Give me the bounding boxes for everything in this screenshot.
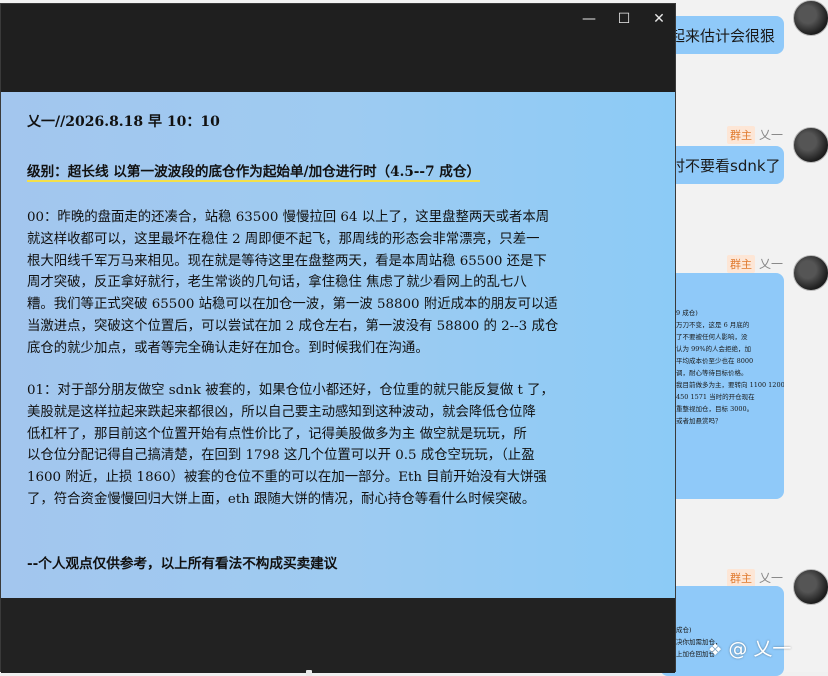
chat-bubble: 起来估计会很狠: [660, 16, 784, 54]
text-line: 调，耐心等待目标价格。: [676, 369, 748, 377]
disclaimer: --个人观点仅供参考，以上所有看法不构成买卖建议: [27, 556, 338, 572]
group-owner-badge: 群主: [727, 569, 755, 587]
text-line: 了不要被任何人影响，没: [676, 333, 748, 341]
chat-image-text: 9 成仓) 万刀不变，这是 6 月底的 了不要被任何人影响，没 认为 99%的人会拒绝…: [676, 307, 784, 427]
text-line: 周才突破，反正拿好就行，老生常谈的几句话，拿住稳住 焦虑了就少看网上的乱七八: [27, 275, 527, 291]
maximize-button[interactable]: ☐: [609, 9, 639, 29]
minimize-icon: —: [582, 11, 596, 27]
close-button[interactable]: ✕: [644, 9, 674, 29]
text-line: 以仓位分配记得自己搞清楚，在回到 1798 这几个位置可以开 0.5 成仓空玩玩…: [27, 448, 535, 464]
cursor-marker: [306, 670, 312, 676]
text-line: 美股就是这样拉起来跌起来都很凶，所以自己要主动感知到这种波动，就会降低仓位降: [27, 404, 536, 420]
text-line: 或者加悬赏吗？: [676, 417, 722, 425]
avatar[interactable]: [793, 127, 828, 163]
sender-name: 乂一: [759, 128, 784, 142]
chat-image-bubble[interactable]: 成仓) 决你加需加仓， 上加仓回加仓: [660, 586, 784, 676]
text-line: 认为 99%的人会拒绝，加: [676, 345, 752, 353]
sender-name: 乂一: [759, 571, 784, 585]
avatar[interactable]: [793, 255, 828, 291]
maximize-icon: ☐: [617, 11, 631, 27]
level-text: 级别：超长线 以第一波波段的底仓作为起始单/加仓进行时（4.5--7 成仓）: [27, 164, 481, 182]
paragraph-01: 01：对于部分朋友做空 sdnk 被套的，如果仓位小都还好，仓位重的就只能反复做…: [27, 380, 647, 511]
watermark: ❖ @ 乂一: [708, 634, 791, 661]
level-line: 级别：超长线 以第一波波段的底仓作为起始单/加仓进行时（4.5--7 成仓）: [27, 162, 647, 184]
document-image: 乂一//2026.8.18 早 10：10 级别：超长线 以第一波波段的底仓作为…: [1, 92, 675, 598]
text-line: 了，符合资金慢慢回归大饼上面，eth 跟随大饼的情况，耐心持仓等看什么时候突破。: [27, 491, 536, 507]
diamond-logo-icon: ❖: [708, 640, 723, 659]
chat-message-text: 起来估计会很狠: [670, 27, 776, 45]
minimize-button[interactable]: —: [574, 9, 604, 29]
chat-image-bubble[interactable]: 9 成仓) 万刀不变，这是 6 月底的 了不要被任何人影响，没 认为 99%的人会拒绝…: [660, 273, 784, 499]
chat-message-text: 时不要看sdnk了: [670, 157, 781, 175]
text-line: 低杠杆了，那目前这个位置开始有点性价比了，记得美股做多为主 做空就是玩玩，所: [27, 426, 527, 442]
chat-bubble: 时不要看sdnk了: [660, 146, 784, 184]
text-line: 根大阳线千军万马来相见。现在就是等待这里在盘整两天，看是本周站稳 65500 还…: [27, 253, 547, 269]
text-line: 重整视加仓，目标 3000。: [676, 405, 754, 413]
text-line: 1600 附近，止损 1860）被套的仓位不重的可以在加一部分。Eth 目前开始…: [27, 470, 547, 486]
group-owner-badge: 群主: [727, 255, 755, 273]
close-icon: ✕: [653, 11, 665, 27]
text-line: 就这样收都可以，这里最坏在稳住 2 周即便不起飞，那周线的形态会非常漂亮，只差一: [27, 231, 540, 247]
avatar[interactable]: [793, 0, 828, 36]
text-line: 平均成本价至少也在 8000: [676, 357, 754, 365]
text-line: 我目前做多为主，要转向 1100 1200: [676, 381, 784, 389]
text-line: 万刀不变，这是 6 月底的: [676, 321, 750, 329]
document-header: 乂一//2026.8.18 早 10：10: [27, 114, 220, 130]
image-viewer-window: — ☐ ✕ 乂一//2026.8.18 早 10：10 级别：超长线 以第一波波…: [0, 3, 676, 676]
viewer-footer: [1, 598, 675, 673]
text-line: 当激进点，突破这个位置后，可以尝试在加 2 成仓左右，第一波没有 58800 的…: [27, 318, 559, 334]
group-owner-badge: 群主: [727, 126, 755, 144]
text-line: 01：对于部分朋友做空 sdnk 被套的，如果仓位小都还好，仓位重的就只能反复做…: [27, 383, 554, 398]
text-line: 糟。我们等正式突破 65500 站稳可以在加仓一波，第一波 58800 附近成本…: [27, 297, 558, 313]
watermark-text: @ 乂一: [728, 638, 792, 660]
text-line: 底仓的就少加点，或者等完全确认走好在加仓。到时候我们在沟通。: [27, 340, 429, 356]
sender-name: 乂一: [759, 257, 784, 271]
text-line: 450 1571 当时的开仓现在: [676, 393, 755, 401]
text-line: 00：昨晚的盘面走的还凑合，站稳 63500 慢慢拉回 64 以上了，这里盘整两…: [27, 210, 550, 225]
paragraph-00: 00：昨晚的盘面走的还凑合，站稳 63500 慢慢拉回 64 以上了，这里盘整两…: [27, 207, 647, 360]
text-line: 9 成仓): [676, 309, 698, 317]
avatar[interactable]: [793, 569, 828, 605]
